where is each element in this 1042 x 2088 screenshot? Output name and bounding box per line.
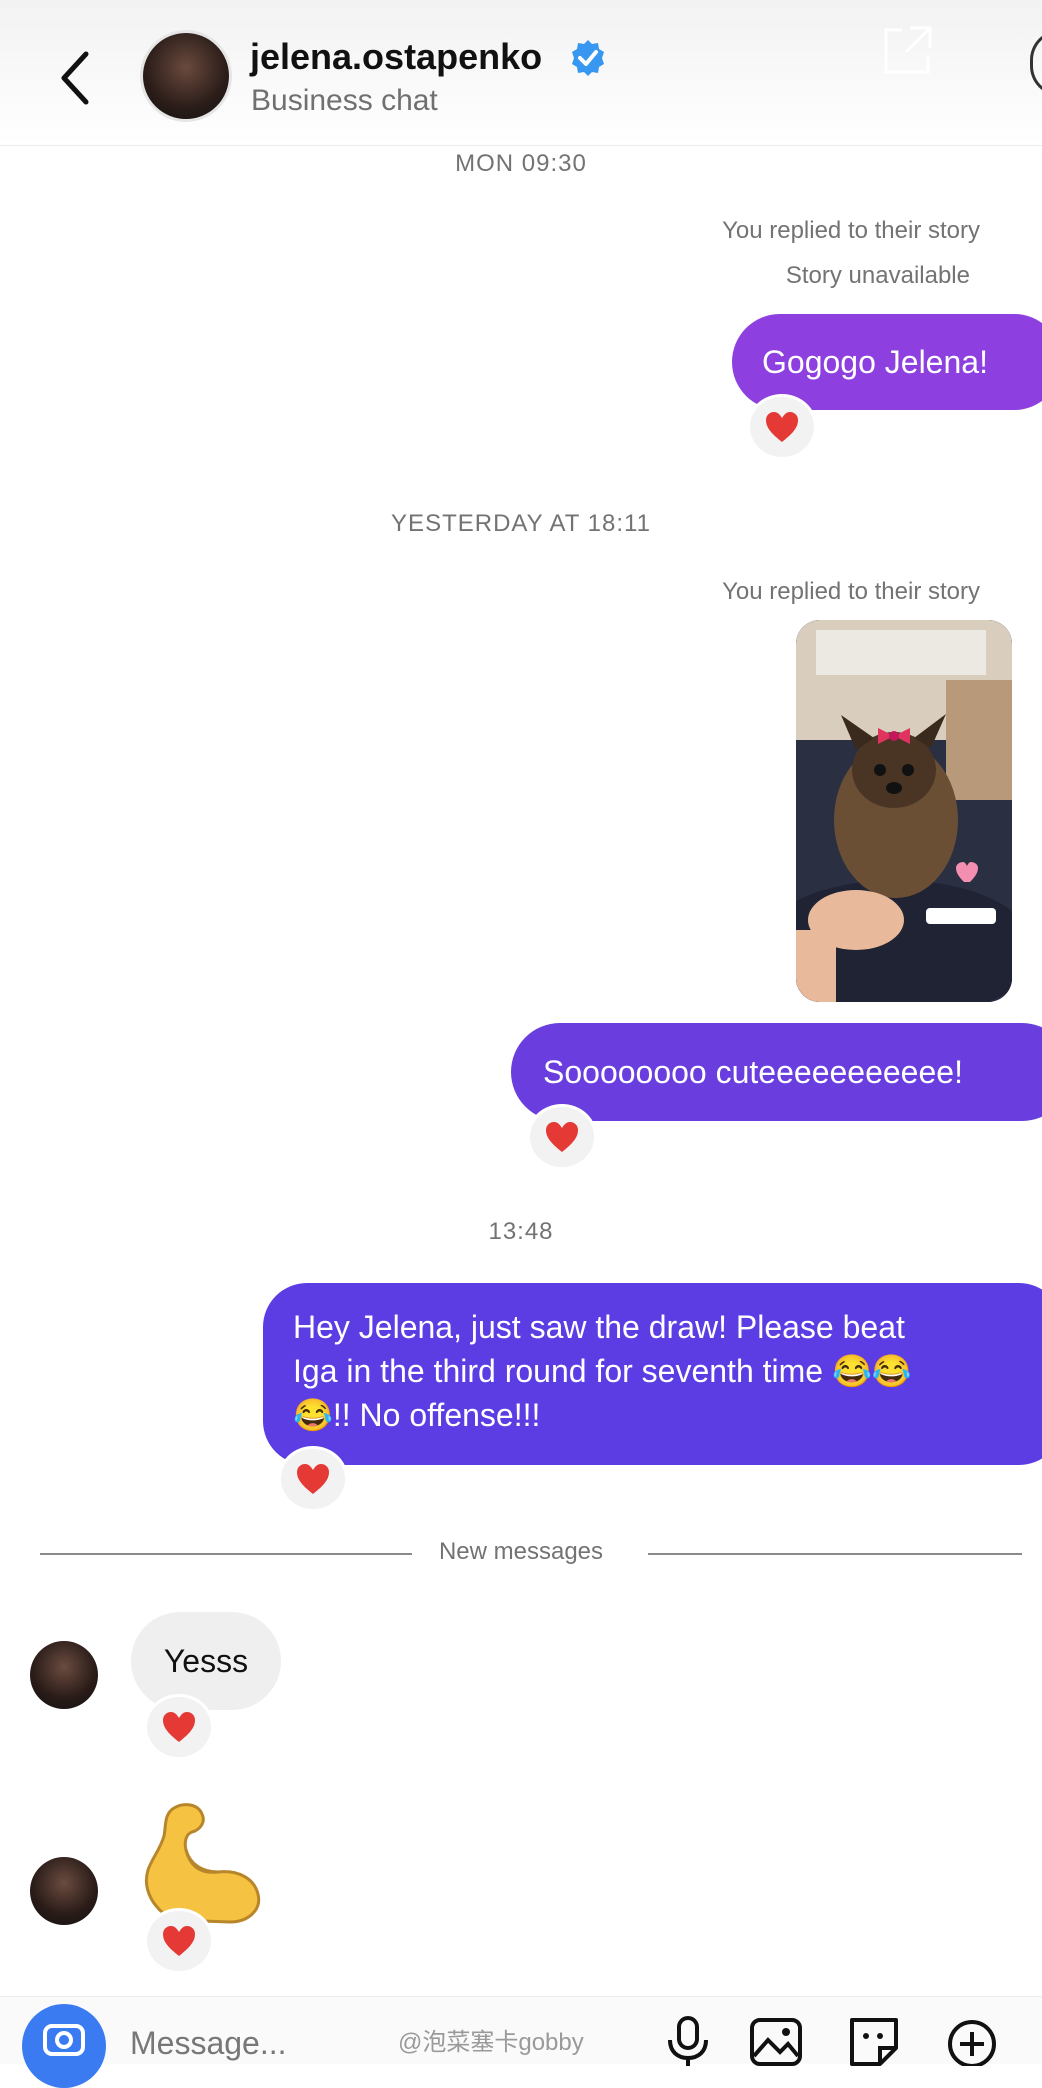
heart-icon [766, 412, 798, 442]
profile-avatar[interactable] [140, 30, 232, 122]
new-messages-label: New messages [438, 1538, 604, 1565]
story-reply-label: You replied to their story [722, 578, 980, 605]
message-line: Iga in the third round for seventh time … [293, 1353, 912, 1389]
timestamp: YESTERDAY AT 18:11 [391, 510, 651, 537]
message-line: 😂!! No offense!!! [293, 1397, 541, 1433]
sender-avatar[interactable] [30, 1857, 98, 1925]
microphone-icon[interactable] [660, 2016, 716, 2066]
message-line: Hey Jelena, just saw the draw! Please be… [293, 1309, 905, 1345]
dog-photo [796, 620, 1012, 1002]
gallery-icon[interactable] [748, 2016, 804, 2066]
timestamp: MON 09:30 [455, 150, 587, 177]
camera-icon [43, 2024, 85, 2056]
divider [648, 1553, 1022, 1555]
received-message-bubble[interactable]: Yesss [131, 1612, 281, 1710]
heart-icon [297, 1464, 329, 1494]
external-link-icon[interactable] [880, 22, 936, 78]
heart-reaction[interactable] [144, 1908, 214, 1974]
heart-reaction[interactable] [144, 1694, 214, 1760]
heart-icon [163, 1712, 195, 1742]
camera-button[interactable] [22, 2004, 106, 2088]
story-reply-label: You replied to their story [722, 217, 980, 244]
sent-message-bubble[interactable]: Hey Jelena, just saw the draw! Please be… [263, 1283, 1042, 1465]
story-unavailable-label: Story unavailable [785, 262, 970, 289]
add-circle-icon[interactable] [944, 2016, 1000, 2066]
username[interactable]: jelena.ostapenko [250, 36, 542, 78]
timestamp: 13:48 [488, 1218, 554, 1245]
back-arrow-icon[interactable] [56, 48, 96, 108]
heart-reaction[interactable] [278, 1446, 348, 1512]
sent-message-bubble[interactable]: Soooooooo cuteeeeeeeeeee! [511, 1023, 1042, 1121]
sender-avatar[interactable] [30, 1641, 98, 1709]
heart-reaction[interactable] [747, 394, 817, 460]
story-thumbnail[interactable] [796, 620, 1012, 1002]
heart-icon [163, 1926, 195, 1956]
verified-badge-icon [572, 40, 604, 76]
chat-subtitle: Business chat [251, 84, 438, 117]
muscle-emoji-icon[interactable] [134, 1800, 264, 1926]
watermark-text: @泡菜塞卡gobby [398, 2029, 584, 2056]
sticker-icon[interactable] [846, 2016, 902, 2066]
heart-icon [546, 1122, 578, 1152]
heart-reaction[interactable] [527, 1104, 597, 1170]
